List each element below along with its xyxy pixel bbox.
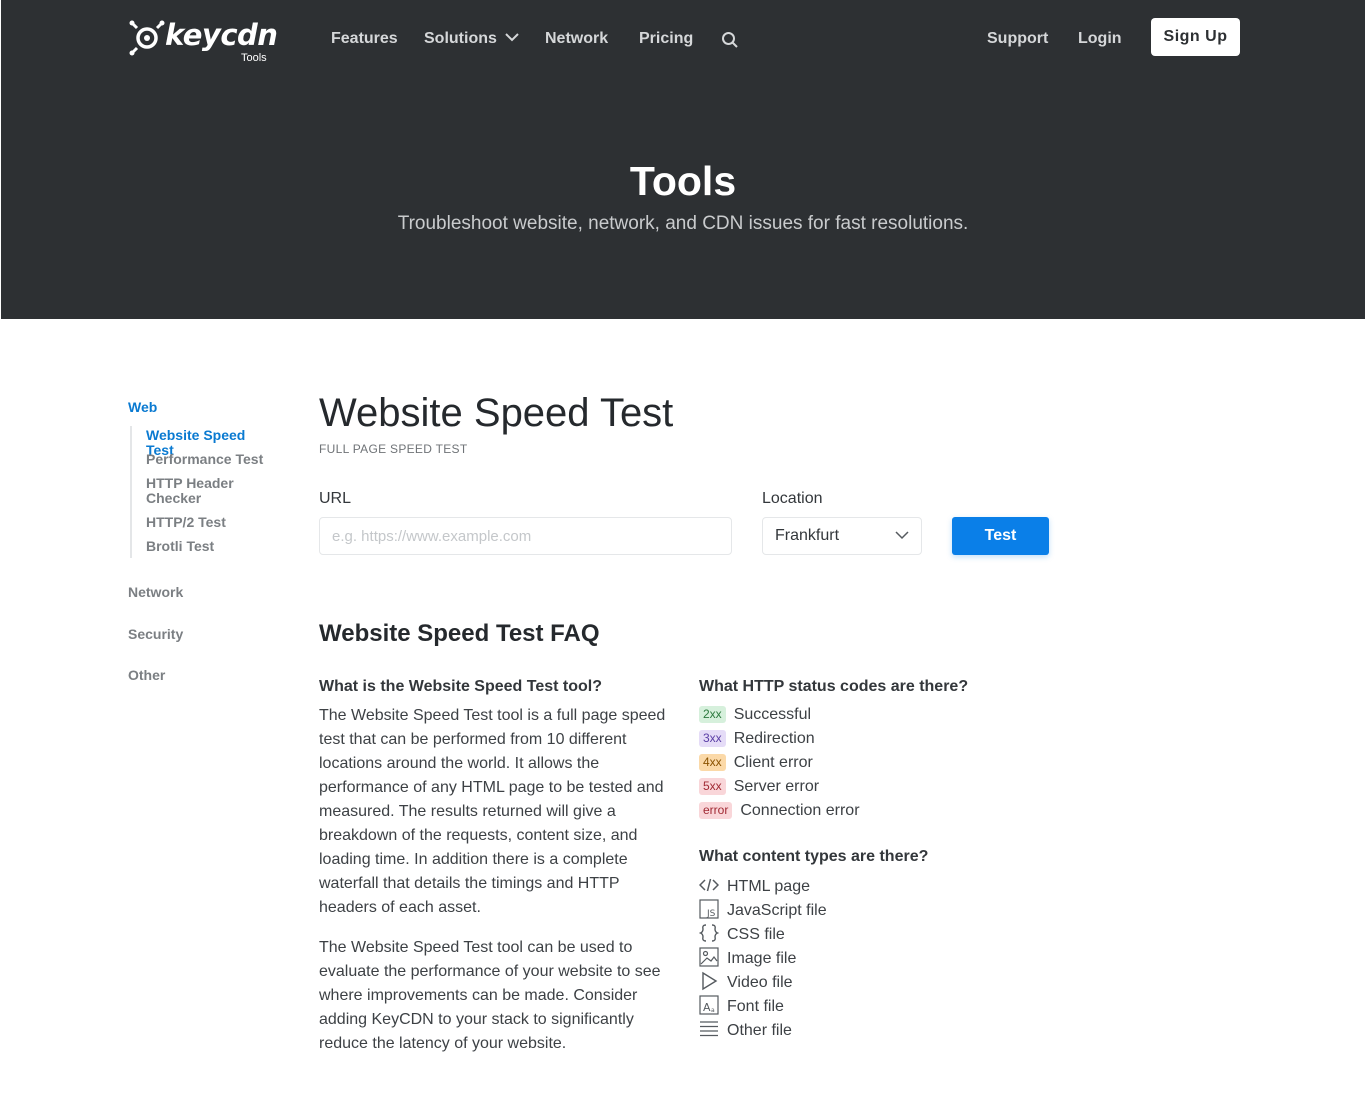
content-type-label: Font file [727, 998, 784, 1015]
sidebar-section-other[interactable]: Other [128, 667, 165, 683]
sidebar-section-security[interactable]: Security [128, 626, 183, 642]
nav-features[interactable]: Features [331, 30, 398, 48]
content-type-label: Other file [727, 1022, 792, 1039]
status-badge: 4xx [699, 754, 726, 771]
keycdn-logo-icon [129, 20, 165, 56]
chevron-down-icon [895, 531, 909, 540]
page-kicker: FULL PAGE SPEED TEST [319, 442, 468, 456]
site-header: keycdn Tools Features Solutions Network … [1, 0, 1365, 319]
hero-title: Tools [629, 158, 737, 204]
sidebar-section-web[interactable]: Web [128, 399, 157, 415]
url-input[interactable] [319, 517, 732, 555]
page-title: Website Speed Test [319, 391, 674, 435]
image-icon [699, 947, 719, 967]
status-badge: 5xx [699, 778, 726, 795]
font-icon: A a [699, 995, 719, 1015]
logo-subtitle: Tools [241, 52, 267, 64]
location-select[interactable]: Frankfurt [762, 517, 922, 555]
status-label: Redirection [733, 730, 815, 747]
status-code-row: 2xx Successful [699, 706, 811, 724]
braces-icon [699, 924, 719, 942]
nav-support[interactable]: Support [987, 30, 1048, 48]
sidebar-item-performance-test[interactable]: Performance Test [146, 452, 276, 467]
nav-pricing[interactable]: Pricing [639, 30, 693, 48]
faq-question-what-is: What is the Website Speed Test tool? [319, 678, 602, 695]
sign-up-button[interactable]: Sign Up [1151, 18, 1240, 56]
chevron-down-icon [505, 33, 520, 42]
nav-network[interactable]: Network [545, 30, 608, 48]
content-type-row: CSS file [699, 923, 785, 943]
sidebar-item-brotli-test[interactable]: Brotli Test [146, 539, 276, 554]
status-code-row: 5xx Server error [699, 778, 819, 796]
faq-answer-paragraph-1: The Website Speed Test tool is a full pa… [319, 707, 666, 916]
location-label: Location [762, 490, 823, 507]
search-icon[interactable] [721, 31, 739, 49]
nav-solutions[interactable]: Solutions [424, 30, 520, 48]
play-icon [702, 971, 718, 991]
test-button[interactable]: Test [952, 517, 1049, 555]
keycdn-logo[interactable]: keycdn Tools [129, 16, 279, 66]
sidebar-subnav-line [130, 426, 132, 558]
content-type-row: A a Font file [699, 995, 784, 1015]
location-select-value: Frankfurt [775, 527, 840, 544]
content-type-label: JavaScript file [727, 902, 827, 919]
status-badge: error [699, 802, 733, 819]
status-badge: 3xx [699, 730, 726, 747]
content-type-label: HTML page [727, 878, 810, 895]
content-type-label: CSS file [727, 926, 785, 943]
content-type-label: Video file [727, 974, 793, 991]
status-label: Client error [733, 754, 813, 771]
code-icon [699, 878, 719, 892]
svg-text:JS: JS [706, 909, 716, 919]
content-type-row: Other file [699, 1019, 792, 1039]
faq-question-content-types: What content types are there? [699, 848, 929, 865]
content-type-row: Video file [699, 971, 793, 991]
sidebar-item-http-header-checker[interactable]: HTTP Header Checker [146, 476, 256, 506]
status-code-row: 4xx Client error [699, 754, 813, 772]
nav-solutions-label: Solutions [424, 30, 497, 47]
status-code-row: error Connection error [699, 802, 860, 820]
sidebar-item-http2-test[interactable]: HTTP/2 Test [146, 515, 276, 530]
status-badge: 2xx [699, 706, 726, 723]
status-label: Connection error [740, 802, 860, 819]
status-label: Successful [733, 706, 812, 723]
faq-question-status-codes: What HTTP status codes are there? [699, 678, 969, 695]
status-code-row: 3xx Redirection [699, 730, 815, 748]
status-label: Server error [733, 778, 820, 795]
svg-text:a: a [711, 1007, 715, 1014]
url-label: URL [319, 490, 352, 507]
logo-wordmark: keycdn [165, 18, 278, 52]
content-type-label: Image file [727, 950, 797, 967]
content-type-row: JS JavaScript file [699, 899, 827, 919]
hero-subtitle: Troubleshoot website, network, and CDN i… [397, 213, 969, 234]
nav-login[interactable]: Login [1078, 30, 1122, 48]
svg-text:A: A [703, 1001, 711, 1014]
faq-title: Website Speed Test FAQ [319, 620, 600, 647]
content-type-row: HTML page [699, 875, 810, 895]
faq-answer-paragraph-2: The Website Speed Test tool can be used … [319, 939, 661, 1052]
js-file-icon: JS [699, 899, 719, 919]
sidebar-section-network[interactable]: Network [128, 584, 183, 600]
content-type-row: Image file [699, 947, 796, 967]
lines-icon [700, 1021, 718, 1037]
